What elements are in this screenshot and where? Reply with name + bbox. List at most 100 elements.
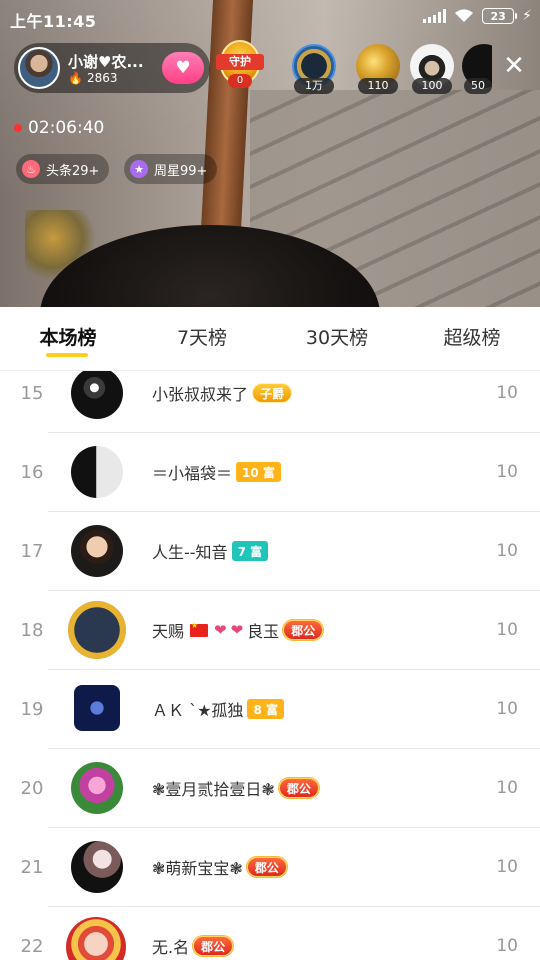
noble-badge: 郡公 <box>246 857 287 877</box>
status-bar: 上午11:45 23 ⚡ <box>0 0 540 36</box>
user-score: 10 <box>496 857 518 877</box>
ranking-row[interactable]: 15 小张叔叔来了 子爵 10 <box>0 371 540 433</box>
noble-badge: 子爵 <box>252 383 293 403</box>
china-flag-icon <box>190 621 209 637</box>
user-name: ＡＫ ˋ★孤独 <box>152 701 244 720</box>
user-name-wrap: ＝小福袋＝ 10 富 <box>152 460 281 484</box>
rank-number: 15 <box>20 383 44 404</box>
ranking-row[interactable]: 20 ❃壹月贰拾壹日❃ 郡公 10 <box>0 749 540 828</box>
rank-number: 19 <box>20 699 44 720</box>
follow-heart-button[interactable]: ♥ <box>162 52 204 84</box>
ranking-list[interactable]: 15 小张叔叔来了 子爵 10 16 ＝小福袋＝ 10 富 10 17 人生--… <box>0 371 540 960</box>
user-name-wrap: 无.名 郡公 <box>152 934 234 958</box>
host-avatar[interactable] <box>18 47 60 89</box>
guard-button[interactable]: 守护 0 <box>216 40 264 92</box>
ranking-row[interactable]: 16 ＝小福袋＝ 10 富 10 <box>0 433 540 512</box>
live-duration: 02:06:40 <box>28 118 105 138</box>
user-name: ＝小福袋＝ <box>152 464 233 483</box>
battery-level: 23 <box>490 9 506 23</box>
rank-number: 21 <box>20 857 44 878</box>
ranking-row[interactable]: 19 ＡＫ ˋ★孤独 8 富 10 <box>0 670 540 749</box>
ranking-row[interactable]: 21 ❃萌新宝宝❃ 郡公 10 <box>0 828 540 907</box>
viewer-avatar[interactable]: 110 <box>356 44 400 94</box>
charging-icon: ⚡ <box>522 8 532 24</box>
guard-label: 守护 <box>216 54 264 70</box>
noble-badge: 郡公 <box>278 778 319 798</box>
user-score: 10 <box>496 383 518 403</box>
user-name-wrap: 人生--知音 7 富 <box>152 539 269 563</box>
user-avatar[interactable] <box>71 371 123 419</box>
ranking-row[interactable]: 22 无.名 郡公 10 <box>0 907 540 960</box>
user-avatar[interactable] <box>66 917 126 960</box>
battery-icon: 23 <box>482 8 518 24</box>
rank-number: 18 <box>20 620 44 641</box>
tab-super[interactable]: 超级榜 <box>440 323 504 350</box>
wealth-badge: 10 富 <box>236 462 281 482</box>
user-name-wrap: ❃萌新宝宝❃ 郡公 <box>152 855 287 879</box>
active-tab-indicator <box>46 353 88 357</box>
user-score: 10 <box>496 699 518 719</box>
ranking-panel: 本场榜 7天榜 30天榜 超级榜 15 小张叔叔来了 子爵 10 16 ＝小福袋… <box>0 307 540 960</box>
user-score: 10 <box>496 936 518 956</box>
rank-number: 20 <box>20 778 44 799</box>
user-score: 10 <box>496 462 518 482</box>
tab-current-show[interactable]: 本场榜 <box>36 323 100 350</box>
close-icon[interactable]: ✕ <box>500 52 528 80</box>
signal-icon <box>423 9 447 23</box>
heart-icon: ♥ <box>175 58 191 78</box>
user-name: 小张叔叔来了 <box>152 385 249 404</box>
viewer-avatar[interactable]: 100 <box>410 44 454 94</box>
user-avatar[interactable] <box>71 762 123 814</box>
user-score: 10 <box>496 541 518 561</box>
viewer-count: 100 <box>412 78 452 94</box>
user-avatar[interactable] <box>71 841 123 893</box>
rank-number: 16 <box>20 462 44 483</box>
wealth-badge: 7 富 <box>231 541 269 561</box>
user-avatar[interactable] <box>71 525 123 577</box>
user-name-wrap: ❃壹月贰拾壹日❃ 郡公 <box>152 776 319 800</box>
user-name: ❃壹月贰拾壹日❃ <box>152 780 275 799</box>
rank-number: 22 <box>20 936 44 957</box>
live-video-area[interactable]: 上午11:45 23 ⚡ 小谢♥农... 🔥 2863 ♥ 守护 0 1万 11… <box>0 0 540 307</box>
host-fans: 🔥 2863 <box>68 71 118 85</box>
user-name-wrap: 天赐 ❤ ❤ 良玉 郡公 <box>152 618 324 642</box>
ranking-row[interactable]: 17 人生--知音 7 富 10 <box>0 512 540 591</box>
star-icon: ★ <box>130 160 148 178</box>
heart-icon: ❤ <box>214 621 227 639</box>
ranking-row[interactable]: 18 天赐 ❤ ❤ 良玉 郡公 10 <box>0 591 540 670</box>
heart-icon: ❤ <box>230 621 244 639</box>
viewer-count: 1万 <box>294 78 334 94</box>
user-name-suffix: 良玉 <box>247 622 280 641</box>
status-icons: 23 ⚡ <box>423 8 532 24</box>
weekly-star-pill[interactable]: ★ 周星99+ <box>124 154 218 184</box>
tab-30-days[interactable]: 30天榜 <box>302 323 372 350</box>
viewer-count: 50 <box>464 78 492 94</box>
user-avatar[interactable] <box>68 601 126 659</box>
user-name: 天赐 <box>152 622 185 641</box>
weekly-star-label: 周星99+ <box>154 163 208 179</box>
user-name-wrap: 小张叔叔来了 子爵 <box>152 381 293 405</box>
noble-badge: 郡公 <box>193 936 234 956</box>
user-avatar[interactable] <box>74 685 120 731</box>
noble-badge: 郡公 <box>283 620 324 640</box>
wealth-badge: 8 富 <box>247 699 284 719</box>
headline-rank-pill[interactable]: ♨ 头条29+ <box>16 154 110 184</box>
fire-icon: ♨ <box>22 160 40 178</box>
viewer-avatar[interactable]: 1万 <box>292 44 336 94</box>
guard-count: 0 <box>228 74 252 88</box>
user-name: ❃萌新宝宝❃ <box>152 859 243 878</box>
user-score: 10 <box>496 778 518 798</box>
tab-7-days[interactable]: 7天榜 <box>170 323 234 350</box>
user-score: 10 <box>496 620 518 640</box>
user-avatar[interactable] <box>71 446 123 498</box>
viewer-avatar[interactable]: 50 <box>462 44 492 94</box>
wifi-icon <box>455 9 474 22</box>
record-dot-icon <box>14 124 22 132</box>
user-name: 无.名 <box>152 938 190 957</box>
live-timer: 02:06:40 <box>14 118 104 138</box>
rank-number: 17 <box>20 541 44 562</box>
host-fans-count: 2863 <box>86 71 118 85</box>
user-name: 人生--知音 <box>152 543 228 562</box>
ranking-tabs: 本场榜 7天榜 30天榜 超级榜 <box>0 307 540 371</box>
host-info[interactable]: 小谢♥农... 🔥 2863 ♥ <box>14 43 210 93</box>
